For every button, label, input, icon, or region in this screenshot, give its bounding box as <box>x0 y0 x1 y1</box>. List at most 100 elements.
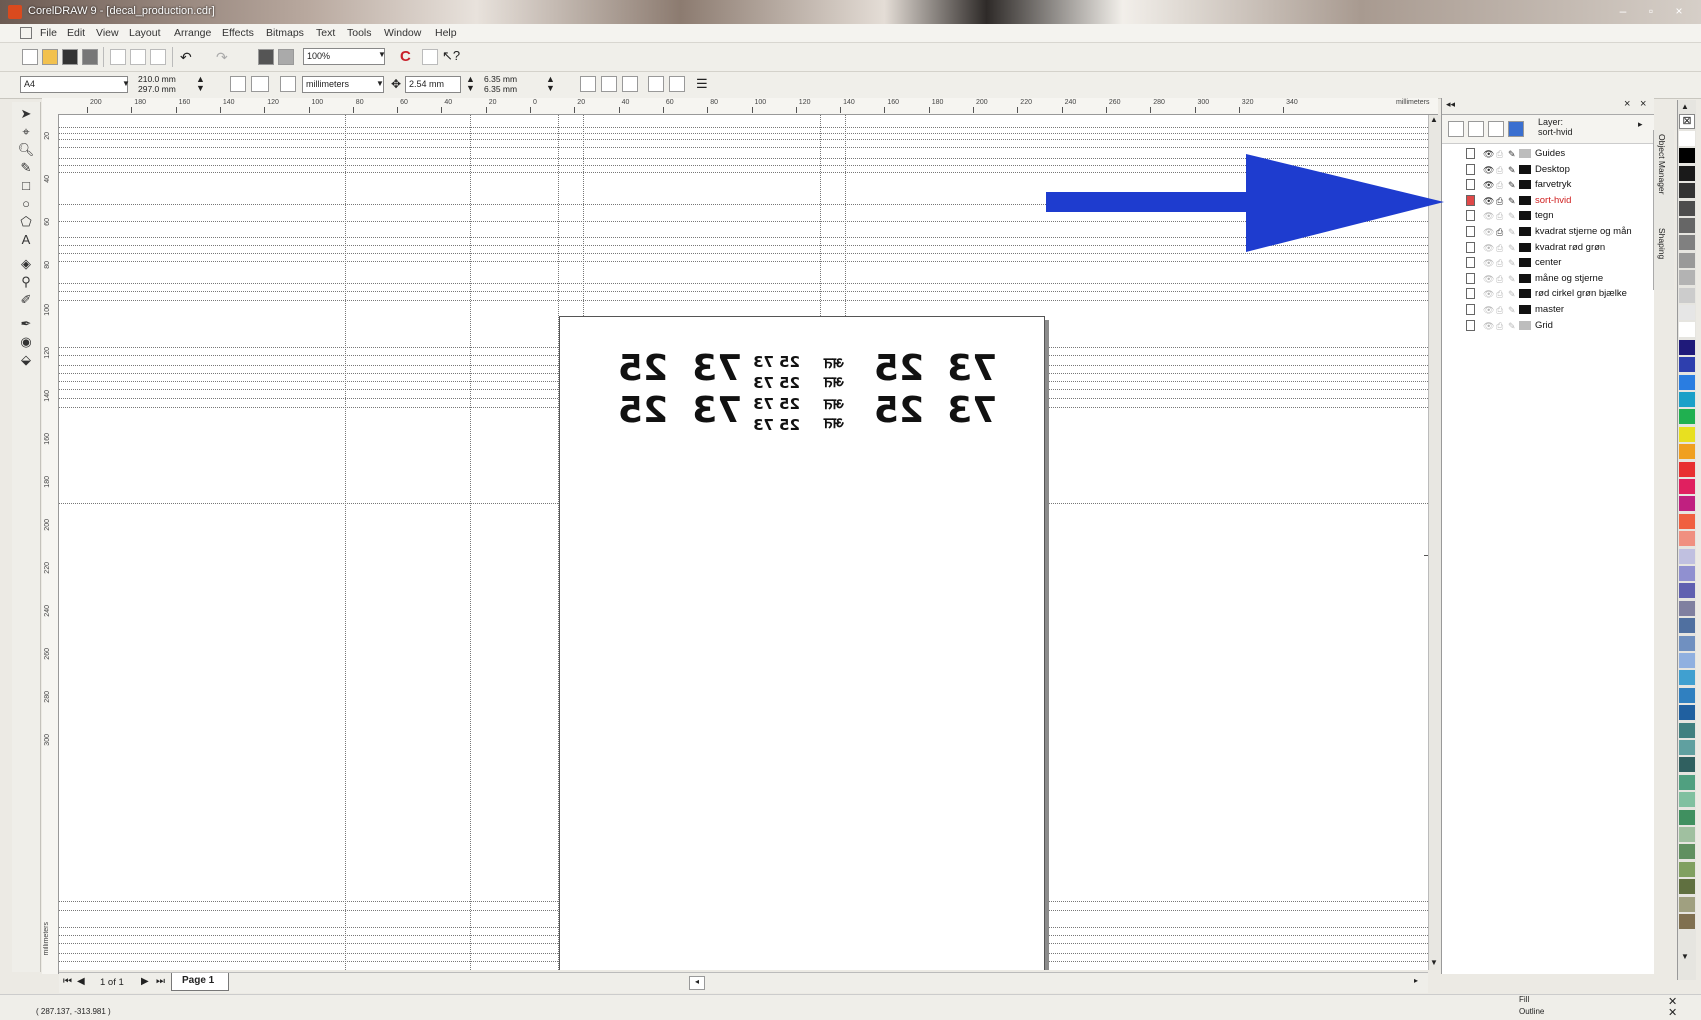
color-swatch[interactable] <box>1679 426 1695 442</box>
paste-icon[interactable] <box>150 49 166 65</box>
zoom-level-select[interactable]: 100% <box>303 48 385 65</box>
menu-help[interactable]: Help <box>435 27 457 39</box>
visibility-eye-icon[interactable]: 👁︎ <box>1483 305 1494 316</box>
visibility-eye-icon[interactable]: 👁︎ <box>1483 149 1494 160</box>
color-swatch[interactable] <box>1679 165 1695 181</box>
menu-text[interactable]: Text <box>316 27 335 39</box>
edit-pencil-icon[interactable]: ✎ <box>1508 321 1516 332</box>
decal-small[interactable]: अत <box>824 413 844 433</box>
color-swatch[interactable] <box>1679 583 1695 599</box>
save-icon[interactable] <box>62 49 78 65</box>
portrait-icon[interactable] <box>230 76 246 92</box>
printer-icon[interactable]: ⎙ <box>1496 165 1503 176</box>
layer-name[interactable]: center <box>1535 257 1561 268</box>
color-swatch[interactable] <box>1679 322 1695 338</box>
layer-row[interactable]: 👁︎ ⎙ ✎ rød cirkel grøn bjælke <box>1442 286 1654 302</box>
guideline[interactable] <box>470 115 471 970</box>
menu-file[interactable]: File <box>40 27 57 39</box>
color-swatch[interactable] <box>1679 287 1695 303</box>
color-swatch[interactable] <box>1679 792 1695 808</box>
layer-color-swatch[interactable] <box>1519 320 1531 330</box>
visibility-eye-icon[interactable]: 👁︎ <box>1483 165 1494 176</box>
decal-number[interactable]: 25 <box>874 390 924 431</box>
menu-bitmaps[interactable]: Bitmaps <box>266 27 304 39</box>
page-width-value[interactable]: 210.0 mm <box>138 74 176 84</box>
edit-pencil-icon[interactable]: ✎ <box>1508 149 1516 160</box>
color-swatch[interactable] <box>1679 496 1695 512</box>
color-swatch[interactable] <box>1679 618 1695 634</box>
zoom-tool-icon[interactable]: 🔍︎ <box>17 142 35 158</box>
color-swatch[interactable] <box>1679 566 1695 581</box>
guideline[interactable] <box>59 291 1428 292</box>
duplicate-x-field[interactable]: 6.35 mm <box>484 74 517 84</box>
layer-name[interactable]: Grid <box>1535 320 1553 331</box>
menu-edit[interactable]: Edit <box>67 27 85 39</box>
color-swatch[interactable] <box>1679 183 1695 199</box>
guideline[interactable] <box>59 261 1428 262</box>
rectangle-tool-icon[interactable]: □ <box>17 178 35 194</box>
color-swatch[interactable] <box>1679 635 1695 651</box>
color-swatch[interactable] <box>1679 896 1695 912</box>
decal-number[interactable]: 73 <box>692 390 742 431</box>
polygon-tool-icon[interactable]: ⬠ <box>17 214 35 230</box>
color-swatch[interactable] <box>1679 218 1695 233</box>
decal-small[interactable]: 25 73 <box>753 416 800 434</box>
pick-tool-icon[interactable]: ➤ <box>17 106 35 122</box>
page-height-value[interactable]: 297.0 mm <box>138 84 176 94</box>
decal-number[interactable]: 73 <box>692 348 742 389</box>
guideline[interactable] <box>59 139 1428 140</box>
layer-name[interactable]: master <box>1535 304 1564 315</box>
undo-icon[interactable]: ↶ <box>180 49 192 66</box>
edit-pencil-icon[interactable]: ✎ <box>1508 180 1516 191</box>
layer-row[interactable]: 👁︎ ⎙ ✎ kvadrat rød grøn <box>1442 240 1654 256</box>
snap-to-objects-icon[interactable] <box>622 76 638 92</box>
layer-name[interactable]: måne og stjerne <box>1535 273 1603 284</box>
next-page-icon[interactable]: ▶ <box>141 976 149 987</box>
treat-as-filled-icon[interactable] <box>648 76 664 92</box>
printer-icon[interactable]: ⎙ <box>1496 180 1503 191</box>
layer-color-swatch[interactable] <box>1519 305 1531 314</box>
color-swatch[interactable] <box>1679 270 1695 286</box>
import-icon[interactable] <box>258 49 274 65</box>
edit-pencil-icon[interactable]: ✎ <box>1508 227 1516 238</box>
layer-name[interactable]: tegn <box>1535 210 1554 221</box>
printer-icon[interactable]: ⎙ <box>1496 274 1503 285</box>
guideline[interactable] <box>345 115 346 970</box>
layer-row[interactable]: 👁︎ ⎙ ✎ tegn <box>1442 208 1654 224</box>
color-swatch[interactable] <box>1679 670 1695 686</box>
redo-icon[interactable]: ↷ <box>216 49 228 66</box>
nudge-offset-field[interactable]: 2.54 mm <box>405 76 461 93</box>
color-swatch[interactable] <box>1679 409 1695 425</box>
freehand-tool-icon[interactable]: ✎ <box>17 160 35 176</box>
visibility-eye-icon[interactable]: 👁︎ <box>1483 274 1494 285</box>
show-properties-icon[interactable] <box>1468 121 1484 137</box>
duplicate-y-field[interactable]: 6.35 mm <box>484 84 517 94</box>
snap-to-guidelines-icon[interactable] <box>601 76 617 92</box>
last-page-icon[interactable]: ⏭ <box>156 976 165 987</box>
edit-pencil-icon[interactable]: ✎ <box>1508 243 1516 254</box>
color-swatch[interactable] <box>1679 827 1695 842</box>
layer-row[interactable]: 👁︎ ⎙ ✎ måne og stjerne <box>1442 271 1654 287</box>
layer-row[interactable]: 👁︎ ⎙ ✎ kvadrat stjerne og mån <box>1442 224 1654 240</box>
visibility-eye-icon[interactable]: 👁︎ <box>1483 196 1494 207</box>
docker-close-icon[interactable]: × <box>1624 98 1630 110</box>
layer-name[interactable]: kvadrat stjerne og mån <box>1535 226 1632 237</box>
fill-tool-icon[interactable]: ◉ <box>17 334 35 350</box>
color-swatch[interactable] <box>1679 914 1695 929</box>
menu-effects[interactable]: Effects <box>222 27 254 39</box>
interactive-tool-icon[interactable]: ⬙ <box>17 352 35 368</box>
color-swatch[interactable] <box>1679 357 1695 373</box>
shape-tool-icon[interactable]: ⌖ <box>17 124 35 140</box>
printer-icon[interactable]: ⎙ <box>1496 305 1503 316</box>
layer-row[interactable]: 👁︎ ⎙ ✎ farvetryk <box>1442 177 1654 193</box>
text-tool-icon[interactable]: A <box>17 232 35 248</box>
edit-pencil-icon[interactable]: ✎ <box>1508 305 1516 316</box>
printer-icon[interactable]: ⎙ <box>1496 196 1503 207</box>
interactive-transparency-icon[interactable]: ⚲ <box>17 274 35 290</box>
docker-menu-icon[interactable]: ▸ <box>1638 119 1643 130</box>
color-swatch[interactable] <box>1679 740 1695 755</box>
ellipse-tool-icon[interactable]: ○ <box>17 196 35 212</box>
decal-number[interactable]: 73 <box>947 348 997 389</box>
palette-scroll-up-icon[interactable]: ▲ <box>1681 102 1689 111</box>
scroll-down-icon[interactable]: ▼ <box>1430 958 1438 967</box>
